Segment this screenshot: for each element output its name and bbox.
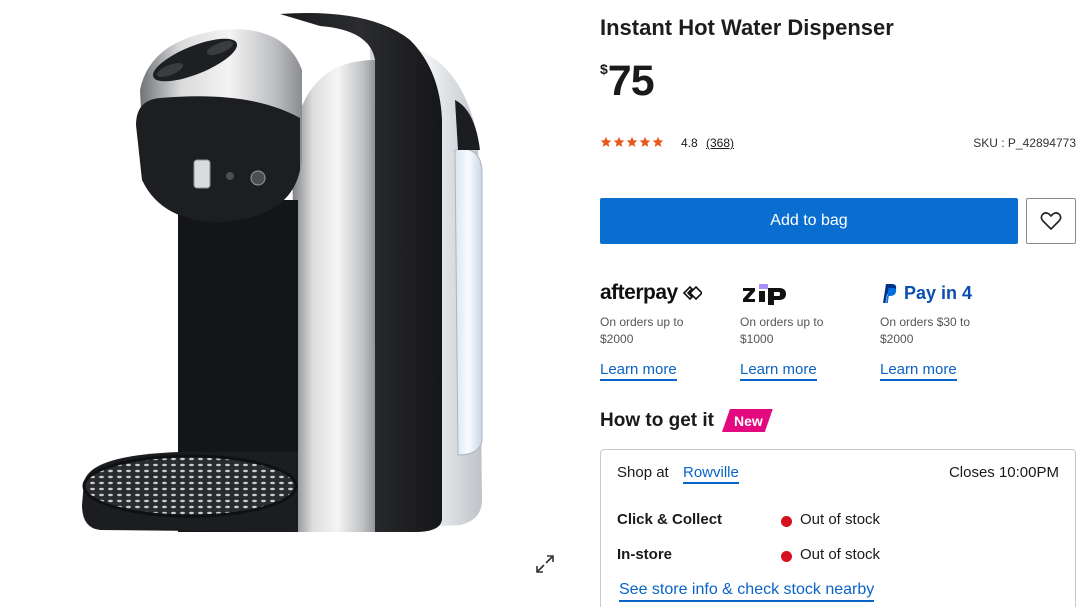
how-to-get-it-heading: How to get it	[600, 409, 714, 431]
out-of-stock-indicator	[781, 551, 792, 562]
paypal-logo: Pay in 4	[880, 276, 1012, 310]
zip-logo-icon	[743, 284, 786, 305]
store-closing-time: Closes 10:00PM	[948, 464, 1059, 481]
in-store-status: Out of stock	[800, 546, 881, 563]
product-price: $ 75	[600, 56, 655, 106]
product-image[interactable]	[70, 0, 500, 600]
price-value: 75	[607, 57, 655, 105]
paypal-note-line1: On orders $30 to	[880, 315, 971, 329]
star-icon	[600, 136, 612, 147]
afterpay-note-line1: On orders up to	[600, 315, 684, 329]
sku: SKU : P_42894773	[973, 136, 1076, 150]
rating-count-link[interactable]: (368)	[706, 136, 734, 150]
store-availability-panel: Shop at Rowville Closes 10:00PM Click & …	[600, 449, 1076, 607]
zip-learn-more-link[interactable]: Learn more	[740, 361, 817, 381]
product-image-gallery	[0, 0, 570, 607]
afterpay-note-line2: $2000	[600, 332, 634, 346]
afterpay-arrow-icon	[682, 285, 702, 301]
store-name-link[interactable]: Rowville	[683, 464, 739, 484]
paypal-learn-more-link[interactable]: Learn more	[880, 361, 957, 381]
click-collect-status: Out of stock	[800, 511, 881, 528]
zip-logo	[740, 276, 872, 310]
star-icon	[652, 136, 664, 147]
expand-icon	[536, 555, 554, 573]
new-badge: New	[722, 409, 773, 432]
in-store-label: In-store	[617, 546, 673, 563]
heart-icon	[1040, 212, 1062, 230]
paypal-pay-in-4: Pay in 4	[904, 282, 973, 303]
payment-option-zip: On orders up to $1000 Learn more	[740, 276, 872, 381]
star-icon	[639, 136, 651, 147]
price-currency: $	[600, 61, 608, 77]
star-icon	[613, 136, 625, 147]
zip-note: On orders up to $1000	[740, 314, 872, 348]
zip-note-line2: $1000	[740, 332, 774, 346]
store-info-link[interactable]: See store info & check stock nearby	[619, 581, 875, 602]
out-of-stock-indicator	[781, 516, 792, 527]
paypal-note: On orders $30 to $2000	[880, 314, 1012, 348]
rating-value: 4.8	[681, 136, 698, 150]
expand-image-button[interactable]	[532, 551, 558, 577]
rating-row: 4.8 (368) SKU : P_42894773	[600, 136, 1076, 152]
afterpay-learn-more-link[interactable]: Learn more	[600, 361, 677, 381]
product-title: Instant Hot Water Dispenser	[600, 15, 894, 40]
payment-option-paypal: Pay in 4 On orders $30 to $2000 Learn mo…	[880, 276, 1012, 381]
star-icon	[626, 136, 638, 147]
payment-option-afterpay: afterpay On orders up to $2000 Learn mor…	[600, 276, 732, 381]
afterpay-note: On orders up to $2000	[600, 314, 732, 348]
rating-stars	[600, 136, 664, 148]
how-to-get-it-header: How to get it New	[600, 409, 773, 432]
afterpay-logo: afterpay	[600, 276, 732, 310]
click-collect-label: Click & Collect	[617, 511, 723, 528]
shop-at-label: Shop at	[617, 464, 669, 481]
zip-note-line1: On orders up to	[740, 315, 824, 329]
in-store-row: In-store Out of stock	[617, 546, 1061, 566]
add-to-bag-button[interactable]: Add to bag	[600, 198, 1018, 244]
wishlist-button[interactable]	[1026, 198, 1076, 244]
paypal-note-line2: $2000	[880, 332, 914, 346]
paypal-icon	[883, 284, 897, 303]
click-collect-row: Click & Collect Out of stock	[617, 511, 1061, 531]
afterpay-wordmark: afterpay	[600, 281, 678, 304]
